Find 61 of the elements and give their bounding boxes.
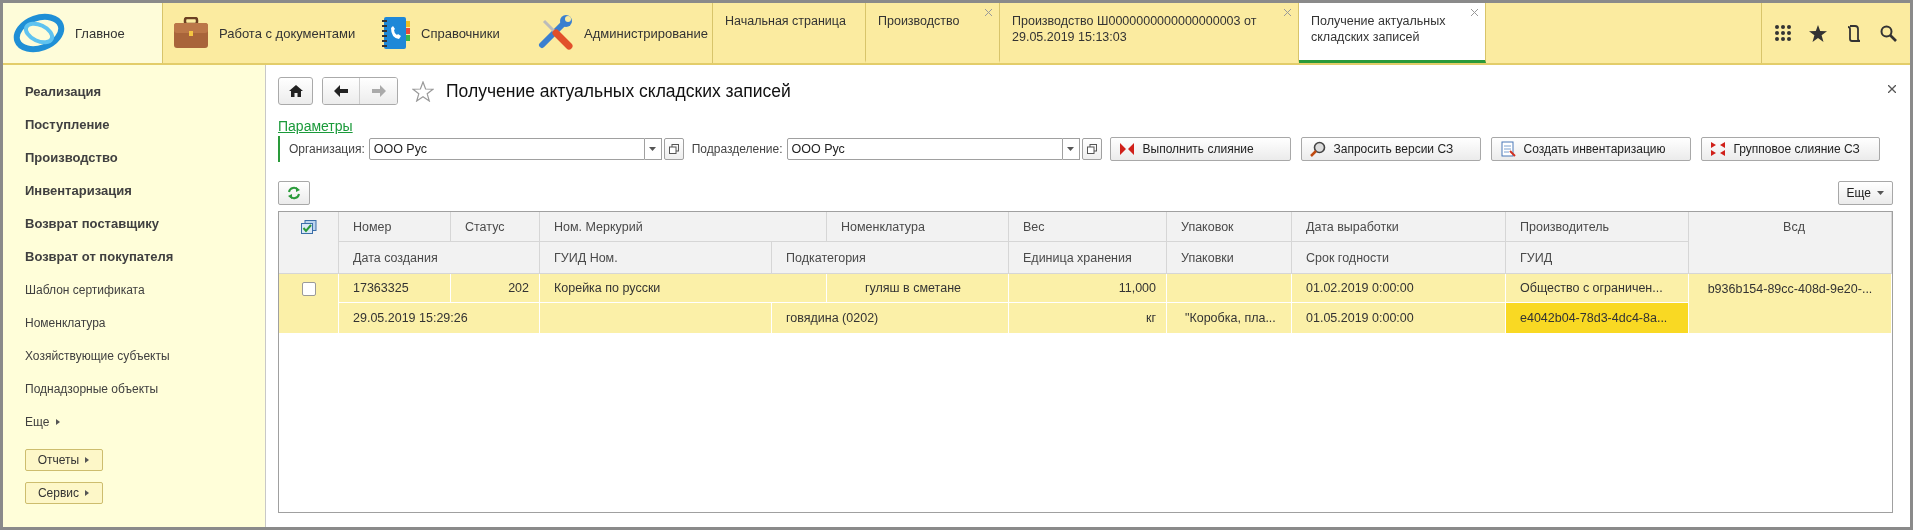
column-header[interactable]: ГУИД xyxy=(1506,242,1689,274)
menu-button[interactable]: Сервис xyxy=(25,482,103,504)
column-header[interactable]: Производитель xyxy=(1506,212,1689,242)
table-cell: "Коробка, пла... xyxy=(1167,303,1292,334)
column-header[interactable]: ГУИД Ном. xyxy=(540,242,772,274)
action-button[interactable]: Запросить версии СЗ xyxy=(1300,137,1481,161)
table-cell: говядина (0202) xyxy=(772,303,1009,334)
section-tab[interactable]: Справочники xyxy=(371,3,528,63)
column-header[interactable]: Подкатегория xyxy=(772,242,1009,274)
field-label: Подразделение: xyxy=(691,142,783,156)
action-button[interactable]: Выполнить слияние xyxy=(1109,137,1291,161)
table-cell: 01.02.2019 0:00:00 xyxy=(1292,274,1506,303)
action-button[interactable]: Создать инвентаризацию xyxy=(1490,137,1691,161)
column-header[interactable]: Ном. Меркурий xyxy=(540,212,827,242)
sidebar-item[interactable]: Реализация xyxy=(25,75,265,108)
table-cell: 29.05.2019 15:29:26 xyxy=(339,303,540,334)
table-cell: 01.05.2019 0:00:00 xyxy=(1292,303,1506,334)
table-cell: Общество с ограничен... xyxy=(1506,274,1689,303)
menu-button[interactable]: Отчеты xyxy=(25,449,103,471)
column-header[interactable]: Вес xyxy=(1009,212,1167,242)
sidebar-item[interactable]: Номенклатура xyxy=(25,306,265,339)
parameters-link[interactable]: Параметры xyxy=(278,118,353,134)
table-cell: Корейка по русски xyxy=(540,274,827,303)
column-header[interactable]: Упаковки xyxy=(1167,242,1292,274)
section-tab[interactable]: Администрирование xyxy=(528,3,712,63)
section-tab[interactable]: Главное xyxy=(3,3,163,63)
column-header[interactable]: Номенклатура xyxy=(827,212,1009,242)
section-tab[interactable]: Работа с документами xyxy=(163,3,371,63)
sidebar-item[interactable]: Возврат поставщику xyxy=(25,207,265,240)
document-tab[interactable]: Начальная страница xyxy=(713,3,866,63)
table-cell: гуляш в сметане xyxy=(827,274,1009,303)
column-header[interactable]: Упаковок xyxy=(1167,212,1292,242)
sidebar-item[interactable]: Производство xyxy=(25,141,265,174)
column-header[interactable]: Срок годности xyxy=(1292,242,1506,274)
column-header[interactable]: Единица хранения xyxy=(1009,242,1167,274)
field-label: Организация: xyxy=(289,142,365,156)
input-field[interactable]: ООО Рус xyxy=(786,138,1063,160)
page-title: Получение актуальных складских записей xyxy=(446,80,791,102)
column-header[interactable]: Всд xyxy=(1689,212,1892,274)
sidebar-item[interactable]: Инвентаризация xyxy=(25,174,265,207)
input-field[interactable]: ООО Рус xyxy=(368,138,645,160)
more-button[interactable]: Еще xyxy=(1837,181,1893,205)
sidebar-item[interactable]: Возврат от покупателя xyxy=(25,240,265,273)
table-cell: b936b154-89cc-408d-9e20-... xyxy=(1689,274,1892,334)
more-link[interactable]: Еще xyxy=(25,405,265,438)
column-header[interactable]: Номер xyxy=(339,212,451,242)
sidebar-item[interactable]: Поднадзорные объекты xyxy=(25,372,265,405)
document-tab[interactable]: Производство xyxy=(866,3,1000,63)
sidebar-item[interactable]: Шаблон сертификата xyxy=(25,273,265,306)
column-header[interactable]: Дата создания xyxy=(339,242,540,274)
table-cell: кг xyxy=(1009,303,1167,334)
sidebar-item[interactable]: Поступление xyxy=(25,108,265,141)
column-header[interactable]: Дата выработки xyxy=(1292,212,1506,242)
document-tab[interactable]: Получение актуальных складских записей xyxy=(1299,3,1486,63)
table-cell: e4042b04-78d3-4dc4-8a... xyxy=(1506,303,1689,334)
table-cell: 17363325 xyxy=(339,274,451,303)
sidebar-item[interactable]: Хозяйствующие субъекты xyxy=(25,339,265,372)
table-cell: 11,000 xyxy=(1009,274,1167,303)
action-button[interactable]: Групповое слияние СЗ xyxy=(1700,137,1880,161)
table-cell: 202 xyxy=(451,274,540,303)
column-header[interactable]: Статус xyxy=(451,212,540,242)
